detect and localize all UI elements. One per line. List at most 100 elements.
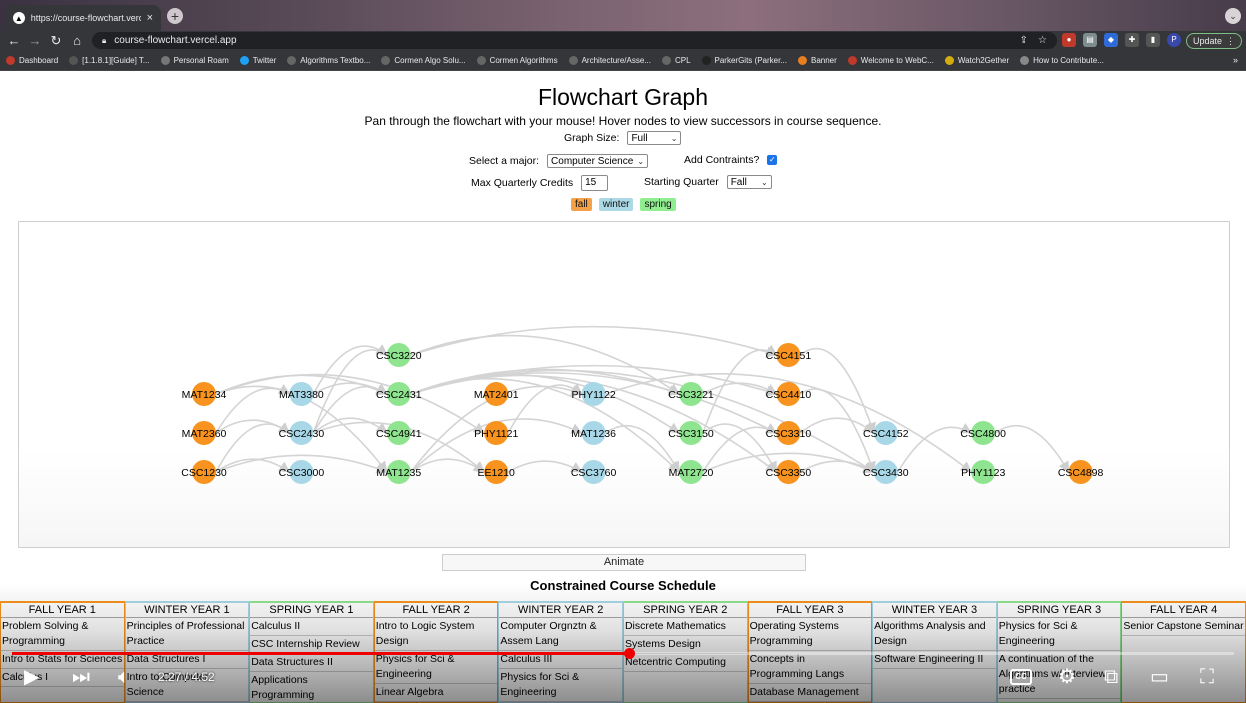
address-bar[interactable]: 🔒︎ course-flowchart.vercel.app ⇪ ☆ — [92, 32, 1057, 49]
graph-node[interactable]: CSC2431 — [376, 382, 422, 406]
graph-node[interactable]: CSC4800 — [960, 421, 1006, 445]
graph-node[interactable]: PHY1123 — [961, 460, 1005, 484]
side-panel-icon[interactable]: ▮ — [1146, 33, 1160, 47]
graph-node[interactable]: EE1210 — [478, 460, 516, 484]
update-label: Update — [1192, 36, 1223, 46]
schedule-course: Physics for Sci & Engineering — [374, 651, 498, 684]
tab-search-button[interactable]: ⌄ — [1225, 8, 1241, 24]
forward-arrow-icon[interactable]: → — [27, 32, 43, 50]
graph-node[interactable]: CSC3220 — [376, 343, 422, 367]
share-icon[interactable]: ⇪ — [1020, 35, 1028, 46]
credits-control: Max Quarterly Credits 15 — [471, 175, 609, 191]
graph-node[interactable]: CSC3760 — [571, 460, 617, 484]
play-icon[interactable]: ▶ — [24, 665, 39, 689]
bookmark-item[interactable]: Cormen Algorithms — [476, 56, 558, 65]
graph-node[interactable]: PHY1121 — [474, 421, 518, 445]
schedule-column-header: WINTER YEAR 2 — [499, 603, 622, 618]
update-button[interactable]: Update ⋮ — [1186, 33, 1242, 49]
graph-node[interactable]: MAT2360 — [182, 421, 227, 445]
graph-node-label: CSC2431 — [376, 389, 422, 401]
next-video-icon[interactable]: ⏭ — [72, 665, 90, 689]
video-progress-bar[interactable] — [12, 648, 1234, 659]
tab-close-icon[interactable]: × — [147, 12, 153, 24]
bookmark-item[interactable]: Twitter — [239, 56, 276, 65]
lock-icon[interactable]: 🔒︎ — [102, 36, 106, 46]
back-arrow-icon[interactable]: ← — [6, 32, 22, 50]
bookmark-label: Cormen Algo Solu... — [394, 56, 466, 65]
bookmark-label: Personal Roam — [173, 56, 229, 65]
graph-node[interactable]: PHY1122 — [572, 382, 616, 406]
term-legend: fall winter spring — [571, 198, 676, 211]
bookmarks-overflow-icon[interactable]: » — [1233, 55, 1238, 65]
bookmark-star-icon[interactable]: ☆ — [1038, 35, 1047, 46]
schedule-course: Concepts in Programming Langs — [748, 651, 872, 684]
new-tab-button[interactable]: + — [167, 8, 183, 24]
schedule-course: Physics for Sci & Engineering — [997, 618, 1121, 651]
fullscreen-icon[interactable]: ⛶ — [1200, 665, 1214, 689]
graph-size-select[interactable]: Full ⌄ — [627, 131, 682, 145]
graph-size-label: Graph Size: — [564, 132, 620, 144]
graph-node[interactable]: MAT1235 — [376, 460, 421, 484]
graph-node[interactable]: CSC4151 — [766, 343, 812, 367]
schedule-course: Netcentric Computing — [623, 654, 747, 672]
schedule-column-header: FALL YEAR 3 — [748, 603, 872, 618]
bookmark-favicon-icon — [797, 56, 807, 65]
bookmarks-bar: Dashboard [1.1.8.1][Guide] T... Personal R… — [0, 51, 1246, 71]
bookmark-item[interactable]: Architecture/Asse... — [568, 56, 651, 65]
schedule-title: Constrained Course Schedule — [530, 578, 716, 593]
captions-icon[interactable]: CC — [1010, 669, 1032, 685]
settings-gear-icon[interactable]: ⚙ — [1058, 665, 1076, 689]
bookmark-label: Banner — [810, 56, 837, 65]
graph-node[interactable]: MAT2720 — [669, 460, 714, 484]
graph-size-value: Full — [631, 132, 648, 144]
schedule-column-header: WINTER YEAR 3 — [873, 603, 996, 618]
graph-node[interactable]: CSC3000 — [279, 460, 325, 484]
profile-avatar[interactable]: P — [1167, 33, 1181, 47]
chevron-down-icon: ⌄ — [637, 156, 645, 166]
home-icon[interactable]: ⌂ — [69, 32, 85, 50]
bookmark-item[interactable]: Banner — [797, 56, 837, 65]
bookmark-item[interactable]: Welcome to WebC... — [847, 56, 934, 65]
extension-shield-icon[interactable]: ◆ — [1104, 33, 1118, 47]
bookmark-item[interactable]: Personal Roam — [160, 56, 229, 65]
graph-node[interactable]: MAT1234 — [182, 382, 227, 406]
graph-node[interactable]: CSC3310 — [766, 421, 812, 445]
graph-node[interactable]: MAT1236 — [571, 421, 616, 445]
graph-node[interactable]: MAT2401 — [474, 382, 519, 406]
bookmark-item[interactable]: [1.1.8.1][Guide] T... — [69, 56, 150, 65]
bookmark-label: Dashboard — [19, 56, 59, 65]
graph-node[interactable]: CSC3430 — [863, 460, 909, 484]
bookmark-item[interactable]: Algorithms Textbo... — [287, 56, 370, 65]
major-select[interactable]: Computer Science ⌄ — [547, 154, 649, 168]
graph-node[interactable]: CSC3150 — [668, 421, 714, 445]
browser-tab[interactable]: ▲ https://course-flowchart.vercel.app × — [5, 5, 161, 31]
flowchart-graph[interactable]: CSC3220 CSC4151 MAT1234 MAT3380 CSC2431 MAT24… — [18, 221, 1230, 548]
max-credits-input[interactable]: 15 — [581, 175, 609, 191]
schedule-column-header: FALL YEAR 1 — [1, 603, 124, 618]
bookmark-item[interactable]: ParkerGits (Parker... — [701, 56, 787, 65]
schedule-course: Database Management — [748, 684, 872, 702]
graph-node[interactable]: CSC4941 — [376, 421, 422, 445]
bookmark-item[interactable]: Watch2Gether — [944, 56, 1009, 65]
start-quarter-select[interactable]: Fall ⌄ — [726, 175, 772, 189]
bookmark-item[interactable]: How to Contribute... — [1020, 56, 1104, 65]
reload-icon[interactable]: ↻ — [48, 32, 64, 50]
graph-node[interactable]: CSC4898 — [1058, 460, 1104, 484]
start-quarter-label: Starting Quarter — [644, 176, 719, 188]
miniplayer-icon[interactable]: ⧉ — [1104, 665, 1118, 689]
extension-doc-icon[interactable]: ▤ — [1083, 33, 1097, 47]
theater-mode-icon[interactable]: ▭ — [1150, 665, 1169, 689]
graph-node-label: CSC4800 — [960, 428, 1006, 440]
legend-winter: winter — [598, 198, 634, 211]
bookmark-item[interactable]: Cormen Algo Solu... — [381, 56, 466, 65]
constraints-checkbox[interactable]: ✓ — [767, 155, 778, 165]
volume-icon[interactable]: 🔈︎ — [118, 665, 130, 689]
bookmark-item[interactable]: CPL — [661, 56, 691, 65]
address-url[interactable]: course-flowchart.vercel.app — [114, 35, 236, 46]
extensions-puzzle-icon[interactable]: ✚ — [1125, 33, 1139, 47]
animate-button[interactable]: Animate — [442, 554, 806, 571]
bookmark-item[interactable]: Dashboard — [6, 56, 58, 65]
extension-record-icon[interactable]: ● — [1062, 33, 1076, 47]
graph-canvas[interactable]: CSC3220 CSC4151 MAT1234 MAT3380 CSC2431 MAT24… — [19, 222, 1229, 547]
schedule-course: Problem Solving & Programming — [1, 618, 124, 651]
